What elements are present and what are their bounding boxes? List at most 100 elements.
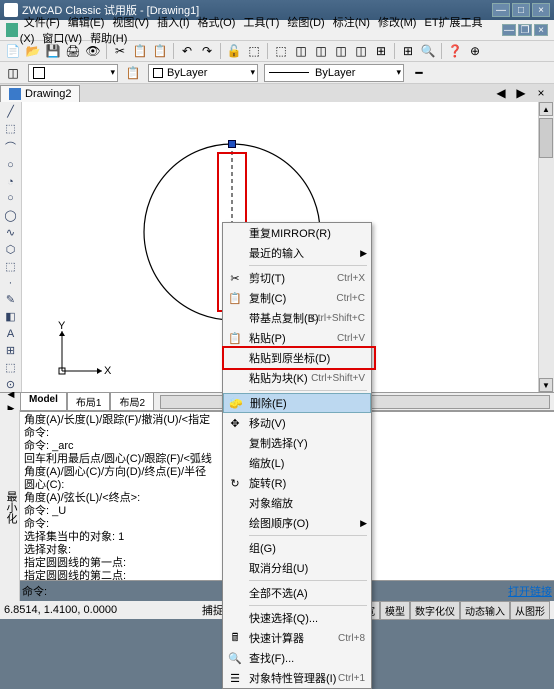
color-dropdown[interactable] bbox=[28, 64, 118, 82]
context-menu-item[interactable]: ↻旋转(R) bbox=[223, 473, 371, 493]
toolbar-button[interactable]: ◫ bbox=[292, 42, 310, 60]
draw-tool-button[interactable]: ⌒ bbox=[2, 138, 20, 156]
menu-item[interactable]: 视图(V) bbox=[108, 15, 153, 31]
menu-item[interactable]: 标注(N) bbox=[329, 15, 374, 31]
toolbar-button[interactable]: ◫ bbox=[312, 42, 330, 60]
context-menu-item[interactable]: 🔍查找(F)... bbox=[223, 648, 371, 668]
draw-tool-button[interactable]: ⬚ bbox=[2, 360, 20, 375]
context-menu-item[interactable]: 带基点复制(B)Ctrl+Shift+C bbox=[223, 308, 371, 328]
context-menu-item[interactable]: 粘贴为块(K)Ctrl+Shift+V bbox=[223, 368, 371, 388]
close-button[interactable]: × bbox=[532, 3, 550, 17]
context-menu-item[interactable]: 🧽删除(E) bbox=[223, 393, 371, 413]
draw-tool-button[interactable]: A bbox=[2, 326, 20, 341]
toolbar-button[interactable]: ⊞ bbox=[372, 42, 390, 60]
draw-tool-button[interactable]: ⬚ bbox=[2, 259, 20, 274]
context-menu-item[interactable]: 📋复制(C)Ctrl+C bbox=[223, 288, 371, 308]
context-menu-item[interactable]: 快速选择(Q)... bbox=[223, 608, 371, 628]
toolbar-button[interactable]: ◫ bbox=[352, 42, 370, 60]
draw-tool-button[interactable]: · bbox=[2, 276, 20, 291]
menu-item[interactable]: 工具(T) bbox=[239, 15, 283, 31]
toolbar-button[interactable]: ✂ bbox=[111, 42, 129, 60]
toolbar-button[interactable]: 📋 bbox=[151, 42, 169, 60]
status-tab[interactable]: 从图形 bbox=[510, 601, 550, 620]
toolbar-button[interactable]: 🔍 bbox=[419, 42, 437, 60]
menu-item[interactable]: 文件(F) bbox=[20, 15, 64, 31]
context-menu-item[interactable]: ✥移动(V) bbox=[223, 413, 371, 433]
toolbar-button[interactable]: ⬚ bbox=[245, 42, 263, 60]
status-tab[interactable]: 动态输入 bbox=[460, 601, 510, 620]
draw-tool-button[interactable]: ◔ bbox=[2, 175, 20, 190]
toolbar-button[interactable]: ❓ bbox=[446, 42, 464, 60]
menu-item[interactable]: 修改(M) bbox=[374, 15, 421, 31]
context-menu-item[interactable]: 取消分组(U) bbox=[223, 558, 371, 578]
status-tab[interactable]: 模型 bbox=[380, 601, 410, 620]
toolbar-button[interactable]: ↷ bbox=[198, 42, 216, 60]
toolbar-button[interactable]: ↶ bbox=[178, 42, 196, 60]
layout-tab[interactable]: 布局1 bbox=[67, 392, 111, 411]
draw-tool-button[interactable]: ⬚ bbox=[2, 121, 20, 136]
context-menu-item[interactable]: 组(G) bbox=[223, 538, 371, 558]
toolbar-button[interactable]: 📂 bbox=[24, 42, 42, 60]
draw-tool-button[interactable]: ◧ bbox=[2, 309, 20, 324]
doc-close-button[interactable]: × bbox=[534, 24, 548, 36]
toolbar-button[interactable]: 📋 bbox=[131, 42, 149, 60]
draw-tool-button[interactable]: ⊞ bbox=[2, 343, 20, 358]
context-menu-item[interactable]: 全部不选(A) bbox=[223, 583, 371, 603]
draw-tool-button[interactable]: ○ bbox=[2, 158, 20, 173]
context-menu-item[interactable]: 最近的输入▶ bbox=[223, 243, 371, 263]
draw-tool-button[interactable]: ⊙ bbox=[2, 377, 20, 392]
grip-handle[interactable] bbox=[228, 140, 236, 148]
tab-next-icon[interactable]: ▶ bbox=[512, 84, 530, 102]
toolbar-button[interactable]: 🔓 bbox=[225, 42, 243, 60]
context-menu-item[interactable]: ✂剪切(T)Ctrl+X bbox=[223, 268, 371, 288]
open-link[interactable]: 打开链接 bbox=[508, 583, 552, 599]
status-toggle[interactable]: 捕捉 bbox=[202, 602, 224, 618]
match-icon[interactable]: 📋 bbox=[124, 64, 142, 82]
layer-icon[interactable]: ◫ bbox=[4, 64, 22, 82]
draw-tool-button[interactable]: ✎ bbox=[2, 292, 20, 307]
toolbar-button[interactable]: ◫ bbox=[332, 42, 350, 60]
doc-tab-active[interactable]: Drawing2 bbox=[0, 85, 80, 102]
draw-tool-button[interactable]: ○ bbox=[2, 191, 20, 206]
tab-close-icon[interactable]: × bbox=[532, 84, 550, 102]
toolbar-button[interactable]: 🖨 bbox=[64, 42, 82, 60]
menu-item[interactable]: 插入(I) bbox=[153, 15, 193, 31]
tab-prev-icon[interactable]: ◀ bbox=[492, 84, 510, 102]
context-menu-item[interactable]: 🖩快速计算器Ctrl+8 bbox=[223, 628, 371, 648]
scroll-thumb[interactable] bbox=[539, 118, 553, 158]
draw-tool-button[interactable]: ⬡ bbox=[2, 242, 20, 257]
toolbar-button[interactable]: ⬚ bbox=[272, 42, 290, 60]
draw-tool-button[interactable]: ◯ bbox=[2, 208, 20, 223]
context-menu-item[interactable]: 缩放(L) bbox=[223, 453, 371, 473]
doc-minimize-button[interactable]: — bbox=[502, 24, 516, 36]
context-menu-item[interactable]: 重复MIRROR(R) bbox=[223, 223, 371, 243]
toolbar-button[interactable]: 💾 bbox=[44, 42, 62, 60]
toolbar-button[interactable]: ⊞ bbox=[399, 42, 417, 60]
layer-dropdown[interactable]: ByLayer bbox=[148, 64, 258, 82]
scroll-down-button[interactable]: ▼ bbox=[539, 378, 553, 392]
maximize-button[interactable]: □ bbox=[512, 3, 530, 17]
context-menu-item[interactable]: ☰对象特性管理器(I)Ctrl+1 bbox=[223, 668, 371, 688]
layout-tab[interactable]: Model bbox=[20, 392, 67, 411]
linetype-dropdown[interactable]: ByLayer bbox=[264, 64, 404, 82]
menu-item[interactable]: 编辑(E) bbox=[64, 15, 109, 31]
layout-tab[interactable]: 布局2 bbox=[110, 392, 154, 411]
draw-tool-button[interactable]: ╱ bbox=[2, 104, 20, 119]
menu-item[interactable]: 绘图(D) bbox=[283, 15, 328, 31]
menu-item[interactable]: 格式(O) bbox=[193, 15, 239, 31]
doc-restore-button[interactable]: ❐ bbox=[518, 24, 532, 36]
context-menu-item[interactable]: 📋粘贴(P)Ctrl+V bbox=[223, 328, 371, 348]
scroll-up-button[interactable]: ▲ bbox=[539, 102, 553, 116]
vertical-scrollbar[interactable]: ▲ ▼ bbox=[538, 102, 554, 392]
app-menu-icon[interactable] bbox=[6, 23, 18, 37]
status-tab[interactable]: 数字化仪 bbox=[410, 601, 460, 620]
menu-shortcut: Ctrl+V bbox=[337, 333, 365, 344]
context-menu-item[interactable]: 复制选择(Y) bbox=[223, 433, 371, 453]
toolbar-button[interactable]: 👁 bbox=[84, 42, 102, 60]
context-menu-item[interactable]: 对象缩放 bbox=[223, 493, 371, 513]
context-menu-item[interactable]: 绘图顺序(O)▶ bbox=[223, 513, 371, 533]
draw-tool-button[interactable]: ∿ bbox=[2, 225, 20, 240]
toolbar-button[interactable]: 📄 bbox=[4, 42, 22, 60]
toolbar-button[interactable]: ⊕ bbox=[466, 42, 484, 60]
lineweight-icon[interactable]: ━ bbox=[410, 64, 428, 82]
